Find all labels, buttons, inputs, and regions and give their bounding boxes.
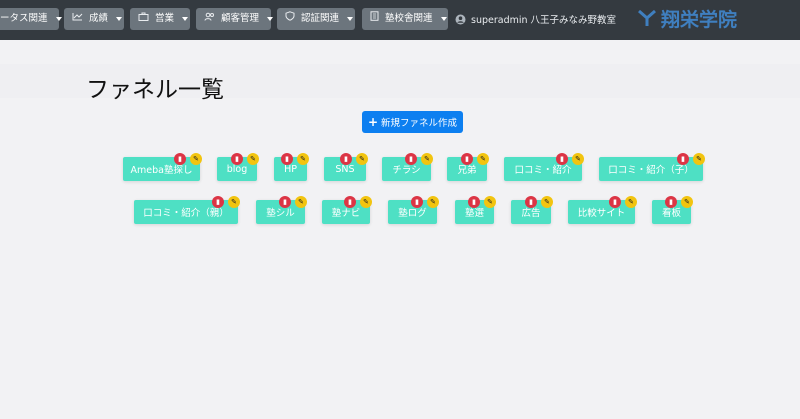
create-funnel-button[interactable]: + 新規ファネル作成 xyxy=(362,111,463,133)
nav-customers-label: 顧客管理 xyxy=(221,13,260,24)
nav-auth-dropdown[interactable]: 認証関連 xyxy=(277,8,355,30)
edit-icon[interactable]: ✎ xyxy=(297,153,309,165)
nav-customers-dropdown[interactable]: 顧客管理 xyxy=(196,8,274,30)
edit-icon[interactable]: ✎ xyxy=(247,153,259,165)
delete-icon[interactable]: ▮ xyxy=(665,196,677,208)
chart-line-icon xyxy=(72,8,83,30)
funnel-label: チラシ xyxy=(392,165,421,176)
delete-icon[interactable]: ▮ xyxy=(281,153,293,165)
delete-icon[interactable]: ▮ xyxy=(556,153,568,165)
chevron-down-icon xyxy=(182,17,189,21)
funnel-label: HP xyxy=(284,163,297,175)
nav-school-dropdown[interactable]: 塾校舎関連 xyxy=(362,8,448,30)
brand-logo[interactable]: 翔栄学院 xyxy=(637,5,737,31)
edit-icon[interactable]: ✎ xyxy=(572,153,584,165)
funnel-label: Ameba塾探し xyxy=(130,165,193,176)
edit-icon[interactable]: ✎ xyxy=(427,196,439,208)
nav-status-label: ータス関連 xyxy=(0,13,48,24)
nav-grades-label: 成績 xyxy=(89,13,109,24)
funnel-label: blog xyxy=(226,163,248,175)
delete-icon[interactable]: ▮ xyxy=(231,153,243,165)
delete-icon[interactable]: ▮ xyxy=(525,196,537,208)
edit-icon[interactable]: ✎ xyxy=(625,196,637,208)
delete-icon[interactable]: ▮ xyxy=(340,153,352,165)
logo-mark-icon xyxy=(638,9,656,26)
edit-icon[interactable]: ✎ xyxy=(693,153,705,165)
users-icon xyxy=(204,8,215,30)
delete-icon[interactable]: ▮ xyxy=(468,196,480,208)
delete-icon[interactable]: ▮ xyxy=(279,196,291,208)
plus-icon: + xyxy=(367,115,379,129)
delete-icon[interactable]: ▮ xyxy=(411,196,423,208)
briefcase-icon xyxy=(138,8,149,30)
chevron-down-icon xyxy=(440,17,447,21)
funnel-item[interactable]: Ameba塾探し xyxy=(123,157,200,181)
delete-icon[interactable]: ▮ xyxy=(174,153,186,165)
nav-grades-dropdown[interactable]: 成績 xyxy=(64,8,124,30)
user-account-menu[interactable]: superadmin 八王子みなみ野教室 xyxy=(455,12,616,26)
chevron-down-icon xyxy=(116,17,123,21)
nav-sales-label: 営業 xyxy=(155,13,175,24)
funnel-label: 塾シル xyxy=(266,208,295,219)
page-title: ファネル一覧 xyxy=(86,77,224,103)
nav-school-label: 塾校舎関連 xyxy=(385,13,433,24)
delete-icon[interactable]: ▮ xyxy=(609,196,621,208)
nav-status-dropdown[interactable]: ータス関連 xyxy=(0,8,62,30)
user-name: superadmin 八王子みなみ野教室 xyxy=(471,15,617,26)
user-circle-icon xyxy=(455,14,466,24)
delete-icon[interactable]: ▮ xyxy=(405,153,417,165)
logo-text: 翔栄学院 xyxy=(661,8,738,31)
funnel-label: SNS xyxy=(335,163,355,175)
delete-icon[interactable]: ▮ xyxy=(677,153,689,165)
create-funnel-label: 新規ファネル作成 xyxy=(381,118,458,129)
funnel-item[interactable]: 口コミ・紹介 xyxy=(504,157,582,181)
shield-icon xyxy=(285,8,295,30)
edit-icon[interactable]: ✎ xyxy=(295,196,307,208)
edit-icon[interactable]: ✎ xyxy=(477,153,489,165)
edit-icon[interactable]: ✎ xyxy=(190,153,202,165)
chevron-down-icon xyxy=(347,17,354,21)
edit-icon[interactable]: ✎ xyxy=(484,196,496,208)
chevron-down-icon xyxy=(55,17,62,21)
delete-icon[interactable]: ▮ xyxy=(461,153,473,165)
nav-auth-label: 認証関連 xyxy=(301,13,340,24)
chevron-down-icon xyxy=(267,17,274,21)
edit-icon[interactable]: ✎ xyxy=(541,196,553,208)
building-icon xyxy=(370,8,379,30)
delete-icon[interactable]: ▮ xyxy=(344,196,356,208)
edit-icon[interactable]: ✎ xyxy=(421,153,433,165)
edit-icon[interactable]: ✎ xyxy=(356,153,368,165)
edit-icon[interactable]: ✎ xyxy=(228,196,240,208)
delete-icon[interactable]: ▮ xyxy=(212,196,224,208)
edit-icon[interactable]: ✎ xyxy=(681,196,693,208)
nav-sales-dropdown[interactable]: 営業 xyxy=(130,8,190,30)
edit-icon[interactable]: ✎ xyxy=(360,196,372,208)
top-navbar: ータス関連 成績 営業 顧客管理 認証関連 塾校舎関連 superadmin 八… xyxy=(0,0,800,40)
funnel-label: 塾ログ xyxy=(398,208,427,219)
